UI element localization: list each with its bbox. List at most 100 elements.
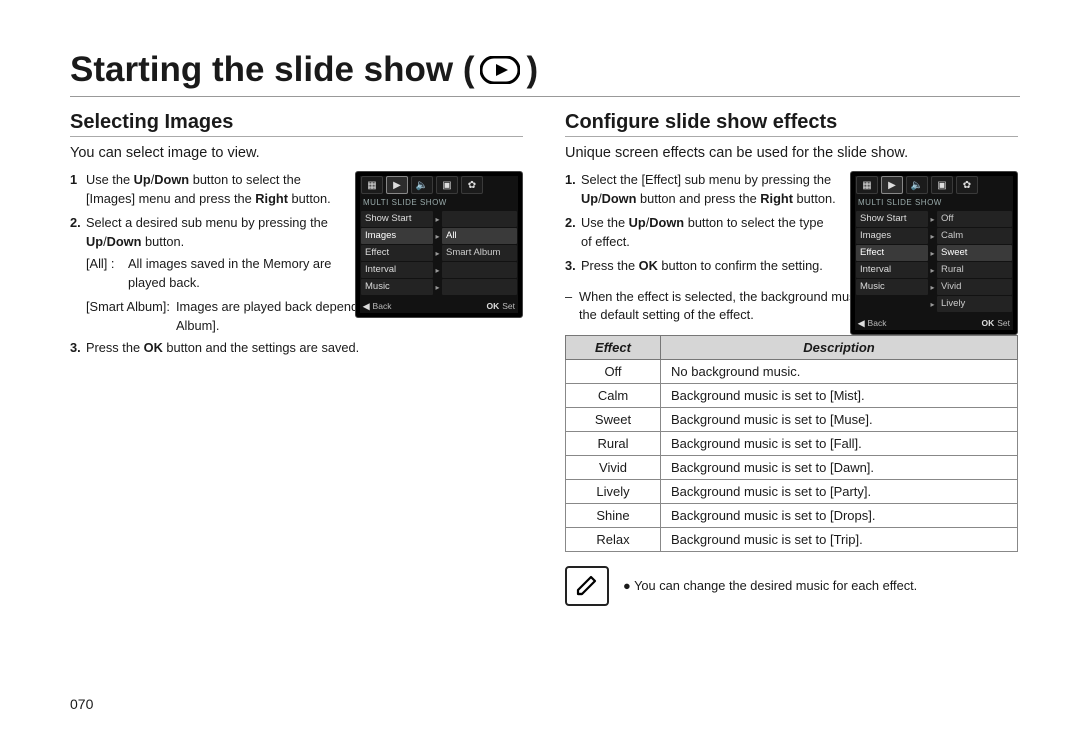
table-row: ShineBackground music is set to [Drops].	[566, 503, 1018, 527]
chevron-right-icon: ▸	[928, 215, 937, 224]
cell-desc: Background music is set to [Party].	[661, 479, 1018, 503]
table-row: OffNo background music.	[566, 359, 1018, 383]
cell-desc: Background music is set to [Trip].	[661, 527, 1018, 551]
cell-desc: Background music is set to [Drops].	[661, 503, 1018, 527]
cell-effect: Vivid	[566, 455, 661, 479]
tab-display-icon: ▣	[931, 176, 953, 194]
camera-lcd-right: ▦ ▶ 🔈 ▣ ✿ MULTI SLIDE SHOW Show Start▸Of…	[850, 171, 1018, 335]
tab-folder-icon: ▦	[361, 176, 383, 194]
lcd-menu-row: Show Start▸Off	[856, 211, 1012, 227]
lcd-menu-row: Effect▸Smart Album	[361, 245, 517, 261]
lcd-menu-row: Interval▸Rural	[856, 262, 1012, 278]
lcd-menu-row: Images▸All	[361, 228, 517, 244]
th-desc: Description	[661, 335, 1018, 359]
tab-sound-icon: 🔈	[906, 176, 928, 194]
sublist-label: [Smart Album]:	[86, 298, 176, 335]
lcd-menu-label: Interval	[856, 262, 928, 278]
table-row: VividBackground music is set to [Dawn].	[566, 455, 1018, 479]
lcd-menu-label: Music	[361, 279, 433, 295]
cell-effect: Relax	[566, 527, 661, 551]
tip-note: ● You can change the desired music for e…	[565, 566, 1018, 606]
step-text: Press the OK button and the settings are…	[86, 339, 523, 358]
chevron-right-icon: ▸	[433, 232, 442, 241]
page-number: 070	[70, 696, 93, 712]
cell-desc: Background music is set to [Dawn].	[661, 455, 1018, 479]
tab-settings-icon: ✿	[956, 176, 978, 194]
lcd-menu-label: Effect	[856, 245, 928, 261]
lcd-tabs: ▦ ▶ 🔈 ▣ ✿	[356, 172, 522, 196]
chevron-right-icon: ▸	[433, 283, 442, 292]
lcd-menu-value	[442, 279, 517, 295]
cell-desc: Background music is set to [Muse].	[661, 407, 1018, 431]
left-block: 1 Use the Up/Down button to select the […	[70, 171, 523, 358]
lcd-menu-value: Vivid	[937, 279, 1012, 295]
step-text: Select the [Effect] sub menu by pressing…	[581, 171, 837, 208]
lcd-back: ◀Back	[363, 301, 391, 312]
lcd-menu-value: Smart Album	[442, 245, 517, 261]
chevron-right-icon: ▸	[433, 266, 442, 275]
lcd-menu-row: Music▸	[361, 279, 517, 295]
tab-settings-icon: ✿	[461, 176, 483, 194]
sublist-text: All images saved in the Memory are playe…	[128, 255, 342, 292]
title-text: Starting the slide show (	[70, 50, 474, 90]
step-text: Use the Up/Down button to select the typ…	[581, 214, 837, 251]
lcd-back: ◀Back	[858, 318, 886, 329]
lcd-menu-value: Calm	[937, 228, 1012, 244]
step-text: Select a desired sub menu by pressing th…	[86, 214, 342, 292]
lcd-title: MULTI SLIDE SHOW	[356, 196, 522, 211]
chevron-right-icon: ▸	[928, 266, 937, 275]
table-row: SweetBackground music is set to [Muse].	[566, 407, 1018, 431]
effects-table: Effect Description OffNo background musi…	[565, 335, 1018, 552]
lcd-menu-value	[442, 262, 517, 278]
cell-effect: Sweet	[566, 407, 661, 431]
right-column: Configure slide show effects Unique scre…	[565, 111, 1018, 606]
right-step-1: 1. Select the [Effect] sub menu by press…	[565, 171, 837, 208]
lcd-menu-label: Images	[361, 228, 433, 244]
left-steps-cont: 3. Press the OK button and the settings …	[70, 339, 523, 358]
page: Starting the slide show ( ) Selecting Im…	[0, 0, 1080, 636]
lcd-menu-row: Images▸Calm	[856, 228, 1012, 244]
lcd-menu-left: Show Start▸Images▸AllEffect▸Smart AlbumI…	[356, 211, 522, 298]
columns: Selecting Images You can select image to…	[70, 111, 1020, 606]
lcd-menu-row: Effect▸Sweet	[856, 245, 1012, 261]
right-block: 1. Select the [Effect] sub menu by press…	[565, 171, 1018, 276]
table-row: CalmBackground music is set to [Mist].	[566, 383, 1018, 407]
lcd-footer: ◀Back OKSet	[356, 298, 522, 317]
tab-display-icon: ▣	[436, 176, 458, 194]
lcd-menu-label: Interval	[361, 262, 433, 278]
page-title: Starting the slide show ( )	[70, 50, 1020, 90]
lcd-menu-label: Show Start	[361, 211, 433, 227]
left-step-3: 3. Press the OK button and the settings …	[70, 339, 523, 358]
chevron-right-icon: ▸	[433, 215, 442, 224]
lcd-set: OKSet	[981, 318, 1010, 329]
step-num: 1	[70, 171, 86, 208]
chevron-right-icon: ▸	[928, 249, 937, 258]
step-text: Press the OK button to confirm the setti…	[581, 257, 837, 276]
effects-tbody: OffNo background music.CalmBackground mu…	[566, 359, 1018, 551]
lcd-menu-row: Show Start▸	[361, 211, 517, 227]
lcd-menu-value	[442, 211, 517, 227]
lcd-menu-label: Music	[856, 279, 928, 295]
cell-desc: Background music is set to [Mist].	[661, 383, 1018, 407]
chevron-right-icon: ▸	[928, 300, 937, 309]
step-text: Use the Up/Down button to select the [Im…	[86, 171, 342, 208]
chevron-right-icon: ▸	[928, 232, 937, 241]
right-step-3: 3. Press the OK button to confirm the se…	[565, 257, 837, 276]
cell-effect: Shine	[566, 503, 661, 527]
table-row: RuralBackground music is set to [Fall].	[566, 431, 1018, 455]
step-num: 2.	[70, 214, 86, 292]
cell-effect: Off	[566, 359, 661, 383]
right-heading: Configure slide show effects	[565, 111, 1018, 137]
lcd-menu-right: Show Start▸OffImages▸CalmEffect▸SweetInt…	[851, 211, 1017, 315]
step-num: 1.	[565, 171, 581, 208]
pencil-note-icon	[565, 566, 609, 606]
lcd-menu-row: ▸Lively	[856, 296, 1012, 312]
lcd-menu-value: All	[442, 228, 517, 244]
table-row: RelaxBackground music is set to [Trip].	[566, 527, 1018, 551]
note-text: ● You can change the desired music for e…	[623, 577, 917, 595]
step-num: 3.	[70, 339, 86, 358]
tab-play-icon: ▶	[386, 176, 408, 194]
left-steps: 1 Use the Up/Down button to select the […	[70, 171, 342, 292]
left-step-2: 2. Select a desired sub menu by pressing…	[70, 214, 342, 292]
cell-desc: Background music is set to [Fall].	[661, 431, 1018, 455]
